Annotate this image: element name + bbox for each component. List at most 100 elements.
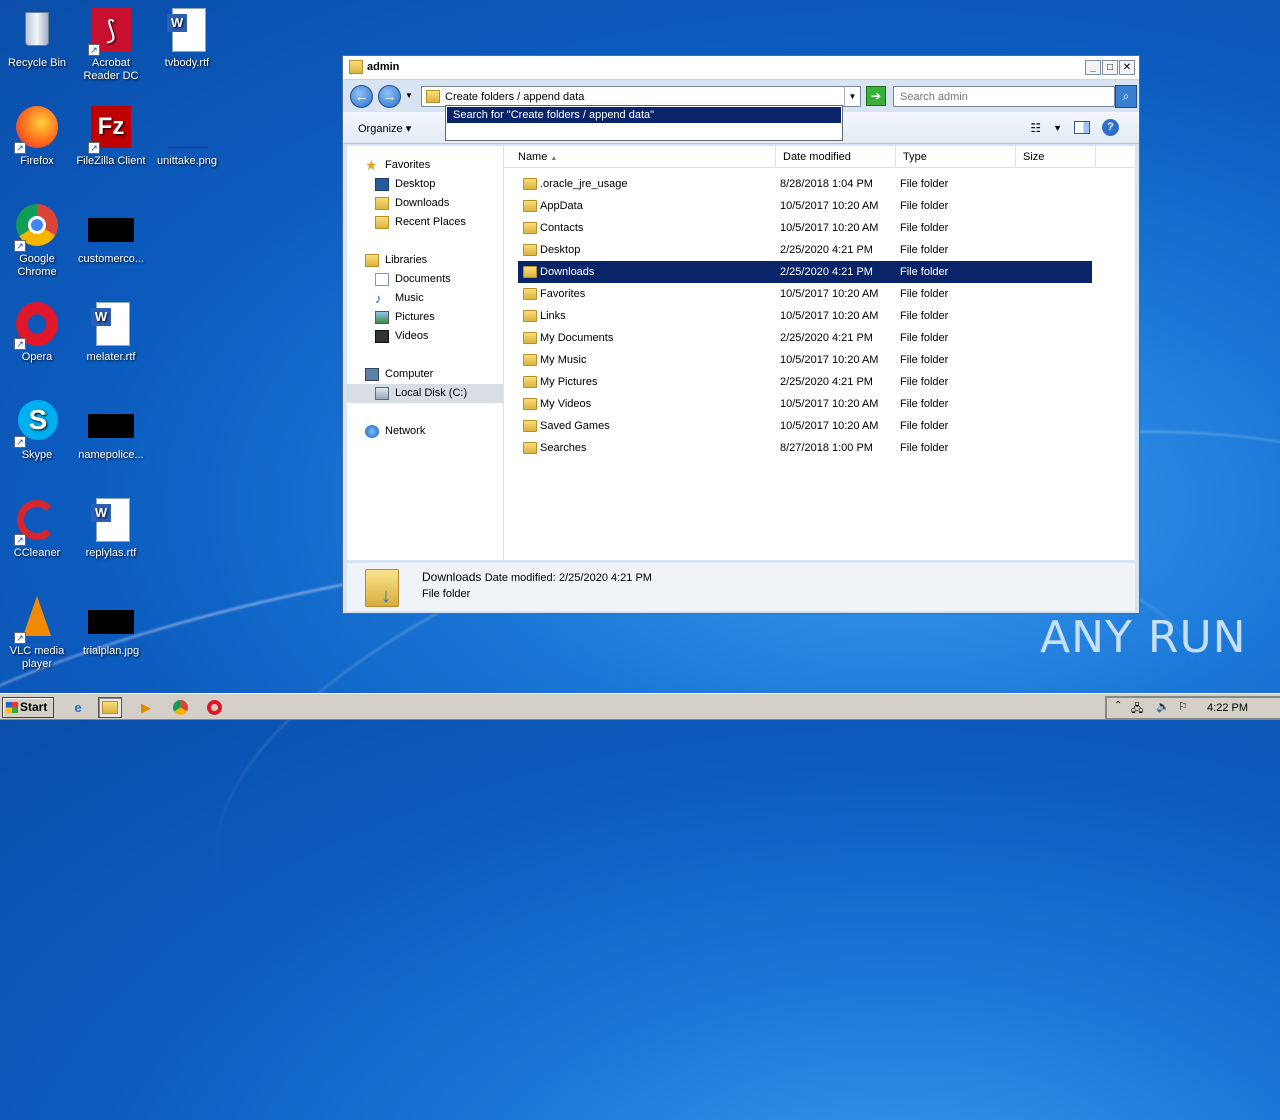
word-doc-icon: W <box>164 8 210 54</box>
anyrun-watermark: ANY RUN <box>1040 612 1247 663</box>
computer-icon <box>365 368 379 381</box>
file-row[interactable]: Saved Games 10/5/2017 10:20 AM File folder <box>518 415 1092 437</box>
desktop-icon-firefox[interactable]: ↗ Firefox <box>0 106 74 168</box>
nav-libraries[interactable]: Libraries <box>347 251 503 270</box>
organize-button[interactable]: Organize ▾ <box>358 122 411 135</box>
file-date: 10/5/2017 10:20 AM <box>780 288 879 300</box>
maximize-button[interactable]: □ <box>1102 60 1118 75</box>
file-name: Searches <box>540 442 587 454</box>
search-icon[interactable]: ⌕ <box>1115 85 1137 108</box>
file-type: File folder <box>900 332 949 344</box>
desktop-icon-namepolice[interactable]: namepolice... <box>74 400 148 462</box>
address-dropdown-button[interactable]: ▼ <box>844 87 860 106</box>
back-button[interactable]: ← <box>350 85 373 108</box>
shortcut-arrow-icon: ↗ <box>88 44 100 56</box>
desktop-icon-skype[interactable]: S ↗ Skype <box>0 400 74 462</box>
file-row[interactable]: Links 10/5/2017 10:20 AM File folder <box>518 305 1092 327</box>
search-box[interactable] <box>893 86 1115 107</box>
opera-taskbar-icon[interactable] <box>202 697 226 718</box>
close-button[interactable]: ✕ <box>1119 60 1135 75</box>
column-header-size[interactable]: Size <box>1016 146 1096 168</box>
desktop-icon-ccleaner[interactable]: ↗ CCleaner <box>0 498 74 560</box>
desktop-icon-acrobat[interactable]: ⟆ ↗ Acrobat Reader DC <box>74 8 148 83</box>
desktop-icon-tvbody[interactable]: W tvbody.rtf <box>150 8 224 70</box>
file-row[interactable]: Favorites 10/5/2017 10:20 AM File folder <box>518 283 1092 305</box>
column-header-date[interactable]: Date modified <box>776 146 896 168</box>
desktop-icon-replylas[interactable]: W replylas.rtf <box>74 498 148 560</box>
explorer-taskbar-icon[interactable] <box>98 697 122 718</box>
desktop-icon-label: unittake.png <box>157 155 217 167</box>
desktop-icon-trialplan[interactable]: trialplan.jpg <box>74 596 148 658</box>
nav-pictures[interactable]: Pictures <box>347 308 503 327</box>
tray-expand-icon[interactable]: ⌃ <box>1114 700 1122 711</box>
view-options-icon[interactable]: ☷ <box>1030 121 1041 135</box>
chrome-icon <box>172 700 188 715</box>
desktop-icon-label: namepolice... <box>78 449 144 461</box>
column-header-name[interactable]: Name ▲ <box>504 146 776 168</box>
opera-icon: ↗ <box>14 302 60 350</box>
file-row[interactable]: My Videos 10/5/2017 10:20 AM File folder <box>518 393 1092 415</box>
preview-pane-icon[interactable] <box>1074 121 1090 134</box>
network-icon <box>365 425 379 438</box>
help-icon[interactable]: ? <box>1102 119 1119 136</box>
opera-icon <box>206 700 222 715</box>
file-row[interactable]: Searches 8/27/2018 1:00 PM File folder <box>518 437 1092 459</box>
file-row[interactable]: My Music 10/5/2017 10:20 AM File folder <box>518 349 1092 371</box>
clock[interactable]: 4:22 PM <box>1207 702 1248 714</box>
nav-favorites[interactable]: ★ Favorites <box>347 156 503 175</box>
desktop-icon-opera[interactable]: ↗ Opera <box>0 302 74 364</box>
file-name: Downloads <box>540 266 595 278</box>
desktop-icon-melater[interactable]: W melater.rtf <box>74 302 148 364</box>
nav-label: Pictures <box>395 311 435 323</box>
file-row[interactable]: Downloads 2/25/2020 4:21 PM File folder <box>518 261 1092 283</box>
nav-downloads[interactable]: Downloads <box>347 194 503 213</box>
file-name: Links <box>540 310 566 322</box>
nav-videos[interactable]: Videos <box>347 327 503 346</box>
nav-desktop[interactable]: Desktop <box>347 175 503 194</box>
internet-explorer-icon[interactable]: e <box>66 697 90 718</box>
desktop-icon-customerco[interactable]: customerco... <box>74 204 148 266</box>
chrome-taskbar-icon[interactable] <box>168 697 192 718</box>
action-center-flag-icon[interactable]: ⚐ <box>1178 700 1188 713</box>
title-bar[interactable]: admin _ □ ✕ <box>343 56 1139 80</box>
network-tray-icon[interactable]: 🖧 <box>1131 700 1143 719</box>
minimize-button[interactable]: _ <box>1085 60 1101 75</box>
start-button[interactable]: Start <box>2 697 54 718</box>
forward-button[interactable]: → <box>378 85 401 108</box>
nav-local-disk[interactable]: Local Disk (C:) <box>347 384 503 403</box>
column-header-type[interactable]: Type <box>896 146 1016 168</box>
file-row[interactable]: Contacts 10/5/2017 10:20 AM File folder <box>518 217 1092 239</box>
file-row[interactable]: .oracle_jre_usage 8/28/2018 1:04 PM File f… <box>518 173 1092 195</box>
desktop-icon-recycle-bin[interactable]: Recycle Bin <box>0 8 74 70</box>
volume-icon[interactable]: 🔈 <box>1156 700 1170 713</box>
folder-icon <box>523 310 537 322</box>
file-name: Saved Games <box>540 420 610 432</box>
desktop-icon-vlc[interactable]: ↗ VLC media player <box>0 596 74 671</box>
nav-music[interactable]: ♪ Music <box>347 289 503 308</box>
file-date: 10/5/2017 10:20 AM <box>780 222 879 234</box>
nav-computer[interactable]: Computer <box>347 365 503 384</box>
nav-network[interactable]: Network <box>347 422 503 441</box>
file-row[interactable]: AppData 10/5/2017 10:20 AM File folder <box>518 195 1092 217</box>
suggestion-item[interactable]: Search for "Create folders / append data… <box>447 107 841 123</box>
file-row[interactable]: Desktop 2/25/2020 4:21 PM File folder <box>518 239 1092 261</box>
go-button[interactable]: ➔ <box>866 86 886 106</box>
desktop-icon-filezilla[interactable]: Fz ↗ FileZilla Client <box>74 106 148 168</box>
file-row[interactable]: My Documents 2/25/2020 4:21 PM File folder <box>518 327 1092 349</box>
nav-documents[interactable]: Documents <box>347 270 503 289</box>
file-row[interactable]: My Pictures 2/25/2020 4:21 PM File folder <box>518 371 1092 393</box>
view-dropdown-icon[interactable]: ▼ <box>1053 123 1062 133</box>
folder-icon <box>523 376 537 388</box>
column-headers: Name ▲ Date modified Type Size <box>504 146 1135 168</box>
file-name: Desktop <box>540 244 581 256</box>
star-icon: ★ <box>365 157 378 173</box>
search-input[interactable] <box>894 87 1094 106</box>
media-player-icon[interactable]: ▶ <box>134 697 158 718</box>
file-name: Favorites <box>540 288 586 300</box>
file-type: File folder <box>900 420 949 432</box>
nav-recent-places[interactable]: Recent Places <box>347 213 503 232</box>
address-bar[interactable]: Create folders / append data ▼ <box>421 86 861 107</box>
recent-pages-dropdown[interactable]: ▼ <box>405 91 413 100</box>
desktop-icon-unittake[interactable]: unittake.png <box>150 106 224 168</box>
desktop-icon-chrome[interactable]: ↗ Google Chrome <box>0 204 74 279</box>
